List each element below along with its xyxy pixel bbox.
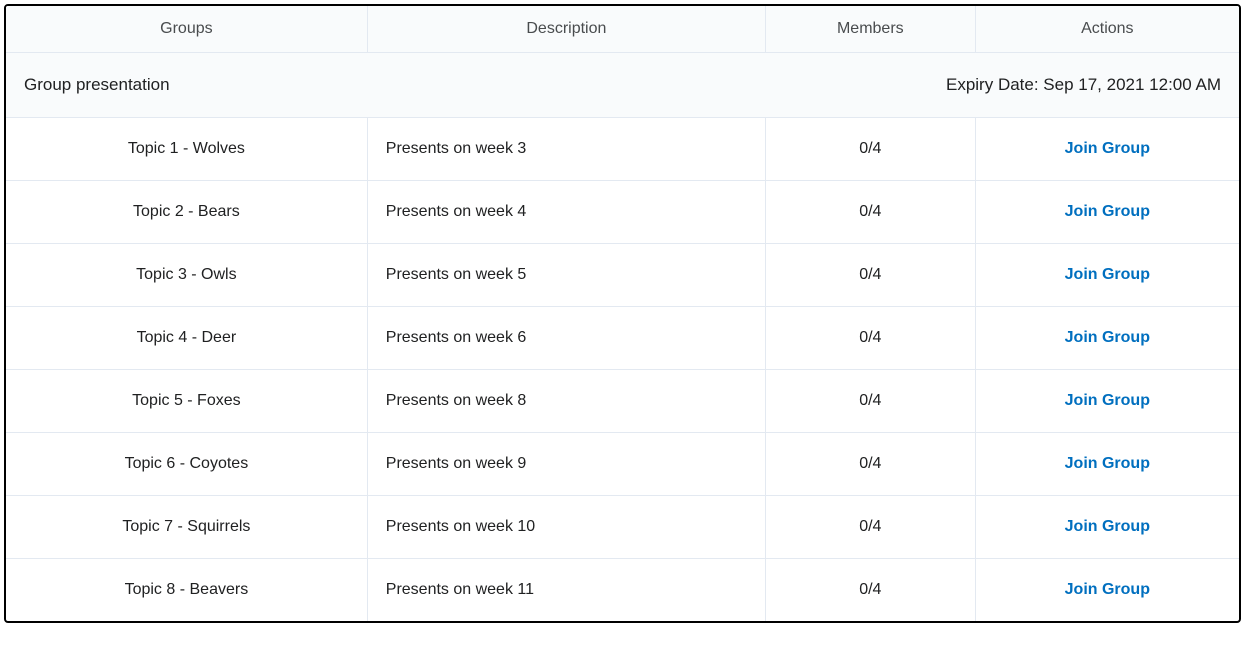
groups-table-container: Groups Description Members Actions Group… (4, 4, 1241, 623)
section-expiry: Expiry Date: Sep 17, 2021 12:00 AM (766, 53, 1239, 118)
group-description: Presents on week 5 (367, 244, 765, 307)
group-name: Topic 3 - Owls (6, 244, 367, 307)
group-description: Presents on week 3 (367, 118, 765, 181)
group-actions: Join Group (975, 433, 1239, 496)
group-members: 0/4 (766, 244, 976, 307)
group-description: Presents on week 4 (367, 181, 765, 244)
groups-table: Groups Description Members Actions Group… (6, 6, 1239, 621)
table-row: Topic 4 - DeerPresents on week 60/4 Join … (6, 307, 1239, 370)
join-group-link[interactable]: Join Group (1065, 518, 1150, 535)
group-members: 0/4 (766, 118, 976, 181)
section-row: Group presentation Expiry Date: Sep 17, … (6, 53, 1239, 118)
group-description: Presents on week 9 (367, 433, 765, 496)
table-row: Topic 1 - WolvesPresents on week 30/4 Joi… (6, 118, 1239, 181)
group-members: 0/4 (766, 559, 976, 622)
group-name: Topic 8 - Beavers (6, 559, 367, 622)
group-actions: Join Group (975, 181, 1239, 244)
group-name: Topic 1 - Wolves (6, 118, 367, 181)
join-group-link[interactable]: Join Group (1065, 266, 1150, 283)
group-actions: Join Group (975, 244, 1239, 307)
group-name: Topic 2 - Bears (6, 181, 367, 244)
table-row: Topic 3 - OwlsPresents on week 50/4 Join … (6, 244, 1239, 307)
table-row: Topic 5 - FoxesPresents on week 80/4 Join… (6, 370, 1239, 433)
header-members: Members (766, 6, 976, 53)
group-members: 0/4 (766, 370, 976, 433)
group-name: Topic 6 - Coyotes (6, 433, 367, 496)
group-description: Presents on week 11 (367, 559, 765, 622)
table-row: Topic 8 - BeaversPresents on week 110/4 J… (6, 559, 1239, 622)
group-name: Topic 5 - Foxes (6, 370, 367, 433)
group-members: 0/4 (766, 496, 976, 559)
join-group-link[interactable]: Join Group (1065, 203, 1150, 220)
table-row: Topic 6 - CoyotesPresents on week 90/4 Jo… (6, 433, 1239, 496)
group-description: Presents on week 10 (367, 496, 765, 559)
table-row: Topic 7 - SquirrelsPresents on week 100/… (6, 496, 1239, 559)
section-title: Group presentation (6, 53, 766, 118)
header-groups: Groups (6, 6, 367, 53)
join-group-link[interactable]: Join Group (1065, 455, 1150, 472)
group-members: 0/4 (766, 433, 976, 496)
group-actions: Join Group (975, 118, 1239, 181)
join-group-link[interactable]: Join Group (1065, 392, 1150, 409)
group-actions: Join Group (975, 496, 1239, 559)
group-actions: Join Group (975, 559, 1239, 622)
group-actions: Join Group (975, 307, 1239, 370)
table-row: Topic 2 - BearsPresents on week 40/4 Join… (6, 181, 1239, 244)
join-group-link[interactable]: Join Group (1065, 140, 1150, 157)
group-description: Presents on week 8 (367, 370, 765, 433)
group-members: 0/4 (766, 181, 976, 244)
header-actions: Actions (975, 6, 1239, 53)
table-header-row: Groups Description Members Actions (6, 6, 1239, 53)
join-group-link[interactable]: Join Group (1065, 581, 1150, 598)
join-group-link[interactable]: Join Group (1065, 329, 1150, 346)
group-actions: Join Group (975, 370, 1239, 433)
group-members: 0/4 (766, 307, 976, 370)
group-name: Topic 7 - Squirrels (6, 496, 367, 559)
header-description: Description (367, 6, 765, 53)
group-name: Topic 4 - Deer (6, 307, 367, 370)
group-description: Presents on week 6 (367, 307, 765, 370)
